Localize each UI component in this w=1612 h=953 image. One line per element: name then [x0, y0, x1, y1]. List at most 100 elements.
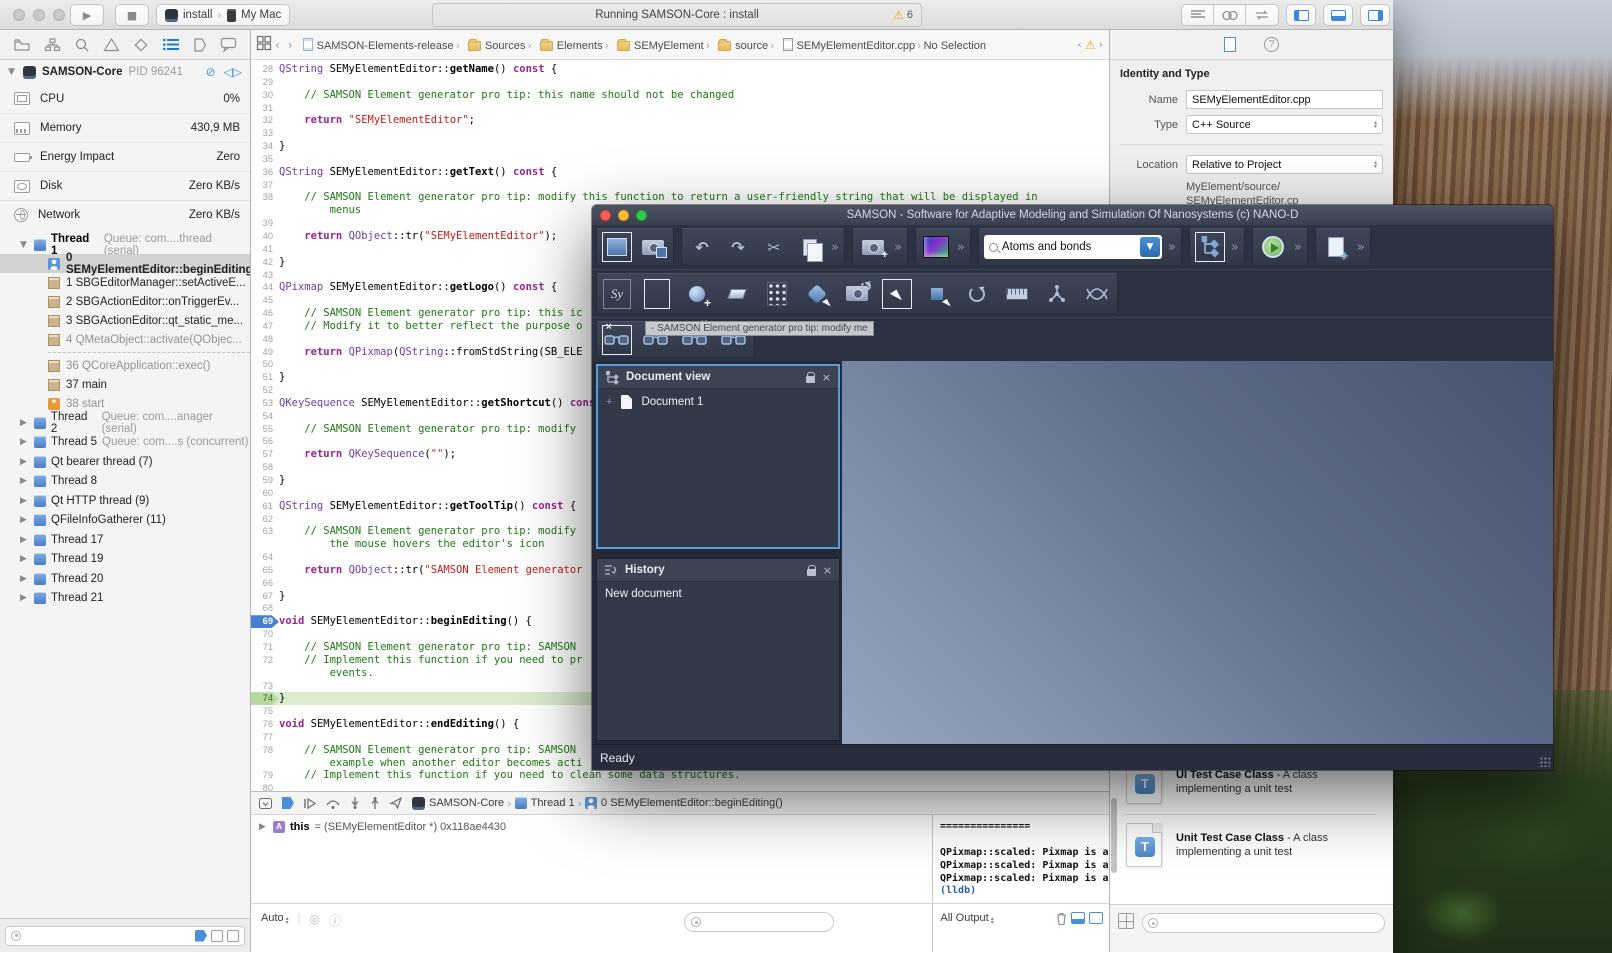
line-number[interactable]: 72: [251, 654, 279, 667]
stack-frame-row[interactable]: 2 SBGActionEditor::onTriggerEv...: [0, 292, 250, 311]
line-number[interactable]: 68: [251, 602, 279, 615]
back-button[interactable]: ‹: [275, 38, 280, 52]
line-number[interactable]: 55: [251, 423, 279, 436]
line-number[interactable]: 33: [251, 127, 279, 140]
overflow-chevron-icon[interactable]: »: [1168, 240, 1176, 255]
variables-filter-field[interactable]: [684, 912, 834, 932]
output-popup[interactable]: All Output▴▾: [940, 912, 993, 925]
line-number[interactable]: 48: [251, 333, 279, 346]
test-navigator-tab[interactable]: [134, 38, 148, 52]
library-grid-icon[interactable]: [1118, 913, 1134, 929]
lldb-prompt[interactable]: (lldb): [940, 885, 1109, 898]
overflow-chevron-icon[interactable]: »: [1357, 240, 1365, 255]
cut-button[interactable]: ✂: [759, 232, 789, 262]
line-number[interactable]: [251, 757, 279, 770]
overflow-chevron-icon[interactable]: »: [1294, 240, 1302, 255]
breadcrumb-item[interactable]: No Selection: [924, 40, 986, 52]
camera-orbit-button[interactable]: [842, 279, 872, 309]
redo-button[interactable]: ↷: [723, 232, 753, 262]
process-row[interactable]: ▼ SAMSON-Core PID 96241 ⊘◁▷: [0, 60, 250, 84]
line-number[interactable]: 71: [251, 641, 279, 654]
line-number[interactable]: 54: [251, 410, 279, 423]
line-number[interactable]: 36: [251, 166, 279, 179]
pointer-tool-button[interactable]: [882, 279, 912, 309]
breakpoints-toggle-button[interactable]: [282, 797, 294, 809]
minimize-button[interactable]: [618, 210, 629, 221]
step-over-button[interactable]: [326, 798, 340, 809]
document-tree-item[interactable]: + Document 1: [606, 395, 830, 409]
disclosure-triangle-icon[interactable]: ▶: [20, 535, 29, 545]
line-number[interactable]: 76: [251, 718, 279, 731]
symbol-navigator-tab[interactable]: [45, 38, 60, 52]
pause-debug-icon[interactable]: ⊘: [205, 65, 215, 79]
line-number[interactable]: 78: [251, 744, 279, 757]
debug-breadcrumb-item[interactable]: Thread 1: [531, 797, 575, 809]
line-number[interactable]: 56: [251, 435, 279, 448]
forward-button[interactable]: ›: [288, 38, 293, 52]
copy-button[interactable]: [795, 232, 825, 262]
navigator-toggle-button[interactable]: [1286, 4, 1316, 26]
selection-tool-button[interactable]: [602, 232, 632, 262]
add-atom-button[interactable]: [682, 279, 712, 309]
expand-icon[interactable]: +: [606, 396, 612, 408]
overflow-chevron-icon[interactable]: »: [831, 240, 839, 255]
thread-row[interactable]: ▶Thread 8: [0, 472, 250, 492]
rotate-tool-button[interactable]: [962, 279, 992, 309]
overflow-chevron-icon[interactable]: »: [957, 240, 965, 255]
samson-viewport[interactable]: [842, 361, 1553, 744]
clear-console-button[interactable]: [1056, 912, 1067, 928]
line-number[interactable]: 35: [251, 153, 279, 166]
stack-frame-row[interactable]: 0 SEMyElementEditor::beginEditing(): [0, 254, 250, 273]
line-number[interactable]: 77: [251, 731, 279, 744]
line-number[interactable]: 45: [251, 294, 279, 307]
overflow-chevron-icon[interactable]: »: [1231, 240, 1239, 255]
breadcrumb-item[interactable]: SEMyElement: [634, 40, 704, 52]
scope-popup[interactable]: Auto▴▾: [261, 912, 289, 925]
resize-grip[interactable]: [1540, 757, 1550, 767]
type-popup[interactable]: C++ Source▴▾: [1186, 115, 1383, 134]
assistant-editor-button[interactable]: [1214, 5, 1246, 25]
add-camera-button[interactable]: [858, 232, 888, 262]
empty-selection-button[interactable]: [642, 279, 672, 309]
thread-row[interactable]: ▶QFileInfoGatherer (11): [0, 511, 250, 531]
disclosure-triangle-icon[interactable]: ▶: [20, 593, 29, 603]
samson-titlebar[interactable]: SAMSON - Software for Adaptive Modeling …: [592, 205, 1553, 225]
line-number[interactable]: 61: [251, 500, 279, 513]
line-number[interactable]: 29: [251, 76, 279, 89]
disclosure-triangle-icon[interactable]: ▼: [20, 240, 29, 250]
line-number[interactable]: 79: [251, 769, 279, 782]
samson-window[interactable]: SAMSON - Software for Adaptive Modeling …: [592, 205, 1553, 770]
debug-breadcrumb-item[interactable]: SAMSON-Core: [429, 797, 504, 809]
close-button[interactable]: [13, 9, 25, 21]
line-number[interactable]: 51: [251, 371, 279, 384]
undo-button[interactable]: ↶: [687, 232, 717, 262]
watch-icon[interactable]: ◎: [310, 912, 320, 926]
lattice-creator-button[interactable]: [762, 279, 792, 309]
next-issue-button[interactable]: ›: [1099, 38, 1103, 51]
line-number[interactable]: 46: [251, 307, 279, 320]
variables-view[interactable]: ▶ A this = (SEMyElementEditor *) 0x118ae…: [251, 815, 932, 903]
file-inspector-tab[interactable]: [1224, 37, 1236, 52]
library-filter-field[interactable]: [1142, 913, 1385, 933]
breakpoint-filter-icon[interactable]: [195, 930, 207, 942]
run-button[interactable]: ▶: [70, 4, 104, 26]
line-number[interactable]: 38: [251, 191, 279, 204]
rect-select-button[interactable]: [922, 279, 952, 309]
node-search-field[interactable]: Atoms and bonds ▼: [984, 235, 1162, 259]
line-number[interactable]: 57: [251, 448, 279, 461]
helix-tool-button[interactable]: [1082, 279, 1112, 309]
crashed-filter-icon[interactable]: [211, 930, 223, 942]
line-number[interactable]: 60: [251, 487, 279, 500]
gauge-row-cpu[interactable]: CPU0%: [0, 84, 250, 113]
breadcrumb-item[interactable]: source: [735, 40, 768, 52]
overflow-chevron-icon[interactable]: »: [894, 240, 902, 255]
close-button[interactable]: [600, 210, 611, 221]
disclosure-triangle-icon[interactable]: ▶: [20, 496, 29, 506]
simulate-location-button[interactable]: [390, 797, 402, 809]
line-number[interactable]: 41: [251, 243, 279, 256]
disclosure-triangle-icon[interactable]: ▶: [259, 822, 268, 832]
zoom-button[interactable]: [636, 210, 647, 221]
bond-builder-button[interactable]: [1042, 279, 1072, 309]
issue-navigator-tab[interactable]: [104, 38, 119, 51]
line-number[interactable]: 59: [251, 474, 279, 487]
